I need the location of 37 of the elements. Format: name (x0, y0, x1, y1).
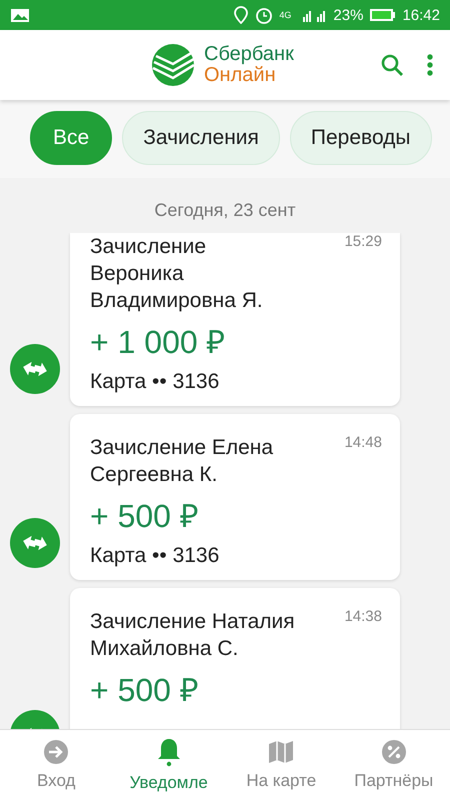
amount: + 500 ₽ (90, 497, 200, 536)
location-icon (233, 6, 250, 24)
notification-time: 14:38 (344, 608, 382, 627)
card-label: Карта •• 3136 (90, 544, 220, 568)
notification-time: 14:48 (344, 434, 382, 453)
image-icon (10, 6, 30, 24)
notification-time: 15:29 (344, 233, 382, 252)
map-icon (268, 739, 294, 765)
percent-icon (380, 739, 407, 765)
logo-icon (150, 42, 196, 88)
card-label: Карта •• 3136 (90, 370, 220, 394)
clock: 16:42 (402, 6, 440, 24)
more-icon (426, 53, 434, 77)
notification-card[interactable]: Зачисление Елена Сергеевна К. 14:48 + 500 ₽ Карта •• 3136 (70, 414, 400, 580)
notification-card[interactable]: Зачисление Наталия Михайловна С. 14:38 + 500 ₽ (70, 588, 400, 729)
logo-subtext: Онлайн (204, 65, 276, 86)
filter-tab[interactable]: Зачисления (122, 111, 280, 165)
notification-title: Зачисление Елена Сергеевна К. (90, 435, 274, 488)
amount: + 1 000 ₽ (90, 323, 227, 362)
notification-title: Зачисление Вероника Владимировна Я. (90, 234, 264, 314)
battery-level: 23% (333, 6, 364, 24)
bell-icon (156, 737, 182, 767)
nav-tab[interactable]: Уведомле (112, 730, 225, 800)
notification-card[interactable]: Зачисление Вероника Владимировна Я. 15:29 + 1 000 ₽ Карта •• 3136 (70, 233, 400, 406)
logo-text: Сбербанк (204, 44, 294, 65)
network-type: 4G (279, 10, 292, 20)
search-icon (380, 53, 404, 77)
login-icon (43, 739, 70, 765)
date-label: Сегодня, 23 сент (154, 200, 296, 221)
battery-icon (369, 8, 396, 22)
nav-tab[interactable]: Вход (0, 730, 112, 800)
filter-tab[interactable]: Переводы (290, 111, 432, 165)
nav-tab[interactable]: Партнёры (338, 730, 450, 800)
alarm-icon (255, 6, 274, 24)
nav-tab[interactable]: На карте (225, 730, 338, 800)
notification-title: Зачисление Наталия Михайловна С. (90, 609, 296, 662)
amount: + 500 ₽ (90, 671, 200, 710)
